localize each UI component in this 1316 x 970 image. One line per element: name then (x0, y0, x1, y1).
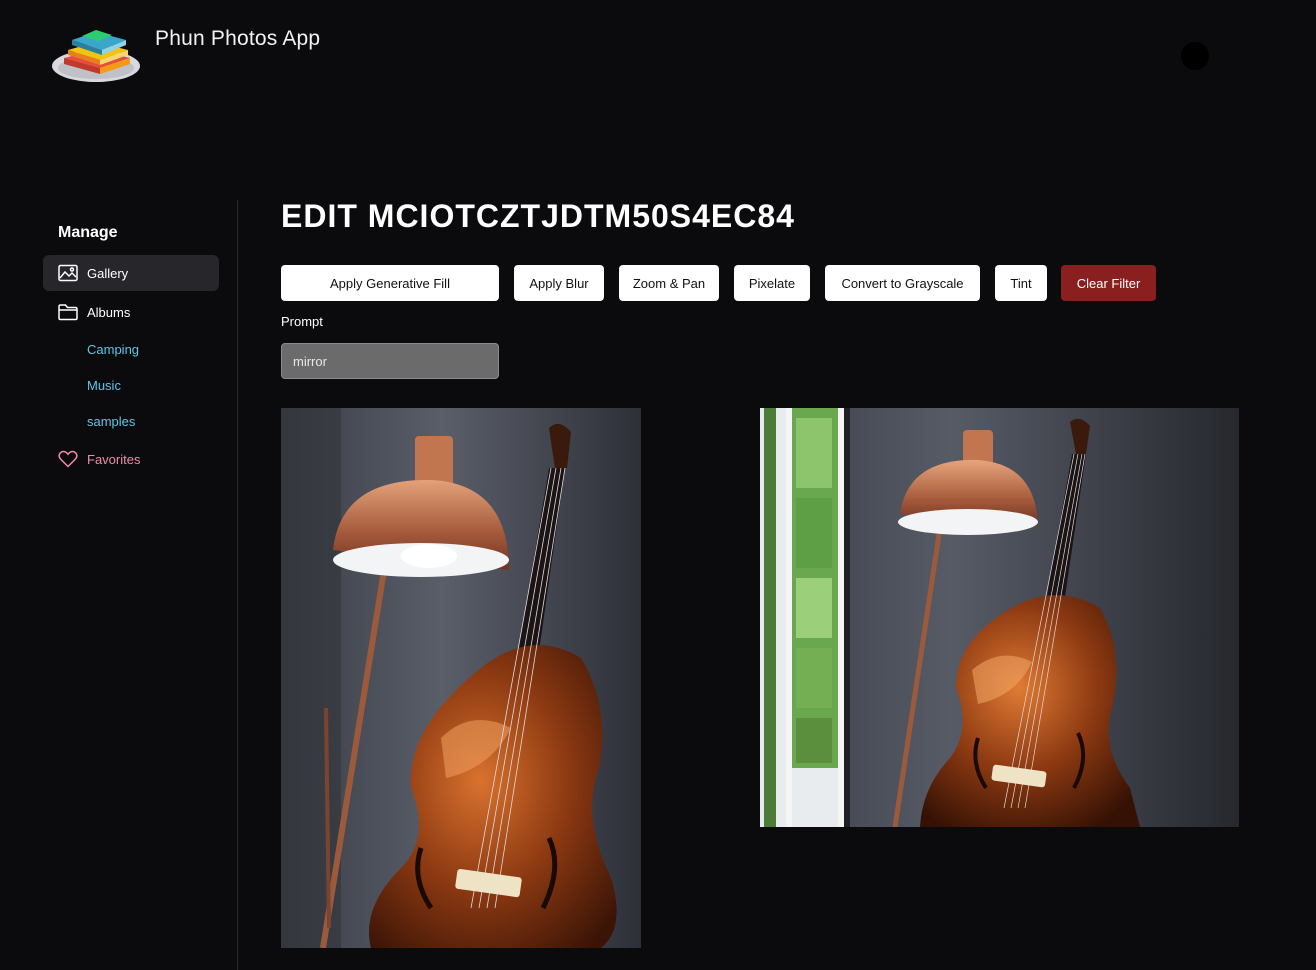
sidebar-item-gallery[interactable]: Gallery (43, 255, 219, 291)
sidebar-divider (237, 200, 238, 970)
convert-grayscale-button[interactable]: Convert to Grayscale (825, 265, 980, 301)
sidebar-item-label: Gallery (87, 265, 129, 281)
prompt-input[interactable] (281, 343, 499, 379)
album-link-camping[interactable]: Camping (87, 342, 139, 357)
app-title: Phun Photos App (155, 27, 321, 50)
user-avatar[interactable] (1181, 42, 1209, 70)
sidebar-item-albums[interactable]: Albums (43, 294, 219, 330)
apply-blur-button[interactable]: Apply Blur (514, 265, 604, 301)
zoom-pan-button[interactable]: Zoom & Pan (619, 265, 719, 301)
sidebar-item-label: Favorites (87, 451, 141, 467)
apply-generative-fill-button[interactable]: Apply Generative Fill (281, 265, 499, 301)
tint-button[interactable]: Tint (995, 265, 1047, 301)
clear-filter-button[interactable]: Clear Filter (1061, 265, 1156, 301)
album-link-samples[interactable]: samples (87, 414, 135, 429)
image-icon (58, 263, 78, 283)
sidebar-item-label: Albums (87, 304, 131, 320)
prompt-label: Prompt (281, 314, 323, 329)
edited-photo[interactable] (760, 408, 1239, 827)
album-link-music[interactable]: Music (87, 378, 121, 393)
sidebar-item-favorites[interactable]: Favorites (43, 441, 219, 477)
pixelate-button[interactable]: Pixelate (734, 265, 810, 301)
page-title: EDIT MCIOTCZTJDTM50S4EC84 (281, 198, 795, 234)
original-photo[interactable] (281, 408, 641, 948)
heart-icon (58, 449, 78, 469)
sidebar-heading: Manage (58, 224, 118, 241)
folder-icon (58, 302, 78, 322)
app-logo[interactable] (50, 24, 142, 86)
